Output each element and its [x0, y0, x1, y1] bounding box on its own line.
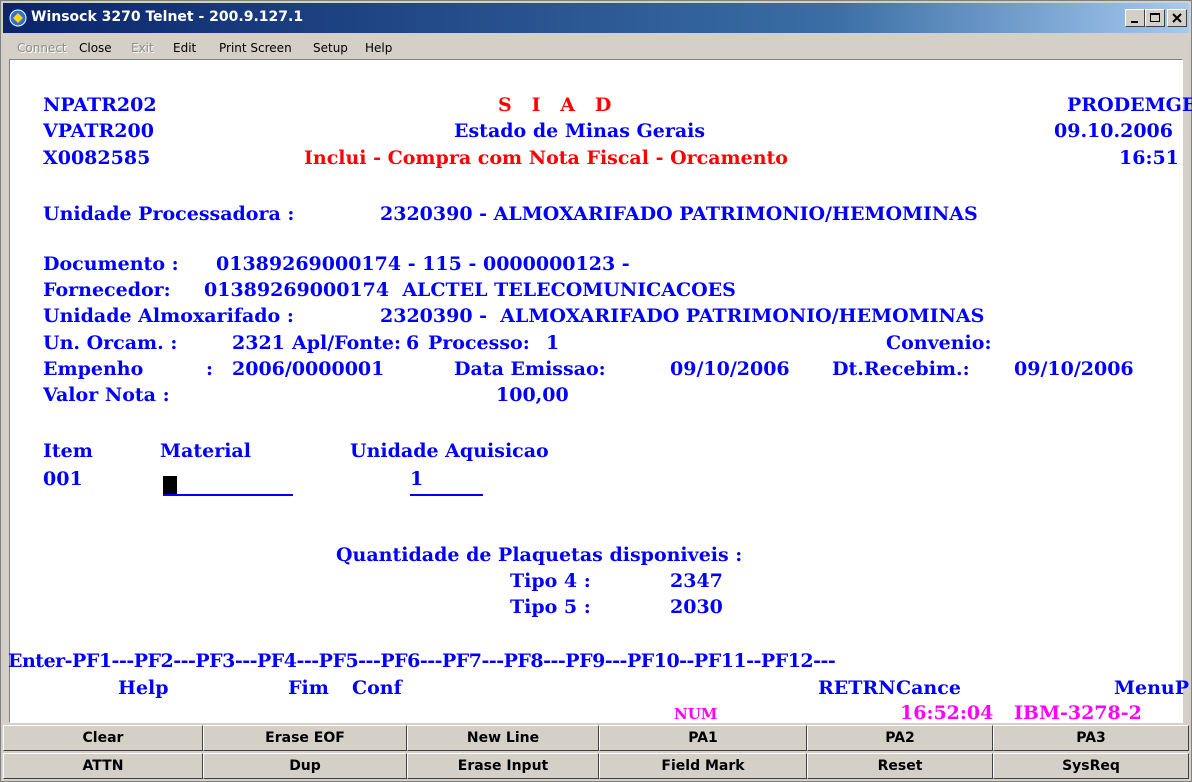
menu-print-screen[interactable]: Print Screen	[219, 41, 292, 55]
unidade-almox-value: 2320390 - ALMOXARIFADO PATRIMONIO/HEMOMI…	[380, 305, 985, 327]
pf4-conf[interactable]: Conf	[352, 679, 402, 698]
new-line-button[interactable]: New Line	[407, 725, 599, 751]
tipo5-value: 2030	[670, 596, 723, 618]
maximize-icon	[1150, 13, 1160, 22]
tipo4-value: 2347	[670, 570, 723, 592]
maximize-button[interactable]	[1145, 9, 1165, 27]
system-date: 09.10.2006	[1054, 120, 1173, 142]
pa2-button[interactable]: PA2	[807, 725, 993, 751]
dt-recebim-label: Dt.Recebim.:	[832, 358, 970, 380]
pf12-menup[interactable]: MenuP	[1114, 679, 1189, 698]
screen-title: Inclui - Compra com Nota Fiscal - Orcame…	[304, 147, 788, 169]
unidade-aquisicao-input[interactable]: 1	[410, 470, 423, 489]
close-window-button[interactable]	[1167, 9, 1187, 27]
menu-close[interactable]: Close	[79, 41, 112, 55]
terminal-type: IBM-3278-2	[1014, 702, 1142, 724]
unidade-field-underline[interactable]	[410, 494, 483, 496]
sysreq-button[interactable]: SysReq	[993, 753, 1189, 779]
close-icon	[1172, 13, 1182, 23]
status-clock: 16:52:04	[900, 702, 994, 724]
convenio-label: Convenio:	[886, 332, 992, 354]
documento-label: Documento :	[43, 253, 179, 275]
material-field-underline[interactable]	[163, 494, 293, 496]
reset-button[interactable]: Reset	[807, 753, 993, 779]
erase-input-button[interactable]: Erase Input	[407, 753, 599, 779]
menu-help[interactable]: Help	[365, 41, 392, 55]
unidade-almox-label: Unidade Almoxarifado :	[43, 305, 294, 327]
program-id-2: VPATR200	[43, 120, 154, 142]
empenho-value: 2006/0000001	[232, 358, 385, 380]
unidade-aquisicao-header: Unidade Aquisicao	[350, 440, 549, 462]
menu-edit[interactable]: Edit	[173, 41, 196, 55]
menu-connect[interactable]: Connect	[17, 41, 67, 55]
menu-exit[interactable]: Exit	[131, 41, 154, 55]
documento-value: 01389269000174 - 115 - 0000000123 -	[216, 253, 630, 275]
material-header: Material	[160, 440, 251, 462]
terminal-screen[interactable]: NPATR202 S I A D PRODEMGE VPATR200 Estad…	[8, 59, 1192, 724]
data-emissao-value: 09/10/2006	[670, 358, 790, 380]
item-header: Item	[43, 440, 93, 462]
num-lock-indicator: NUM	[674, 705, 718, 723]
text-cursor	[163, 476, 177, 495]
pa3-button[interactable]: PA3	[993, 725, 1189, 751]
pf10-cance[interactable]: Cance	[896, 679, 961, 698]
dup-button[interactable]: Dup	[203, 753, 407, 779]
item-number: 001	[43, 468, 83, 490]
apl-fonte-value: 6	[406, 332, 420, 354]
dt-recebim-value: 09/10/2006	[1014, 358, 1134, 380]
pf3-fim[interactable]: Fim	[288, 679, 329, 698]
app-window: Winsock 3270 Telnet - 200.9.127.1 Connec…	[0, 0, 1192, 782]
minimize-icon	[1131, 21, 1138, 23]
field-mark-button[interactable]: Field Mark	[599, 753, 807, 779]
valor-nota-label: Valor Nota :	[43, 384, 170, 406]
fornecedor-value: 01389269000174 ALCTEL TELECOMUNICACOES	[204, 279, 736, 301]
menu-bar: Connect Close Exit Edit Print Screen Set…	[3, 35, 1189, 59]
program-id-1: NPATR202	[43, 94, 157, 116]
unidade-processadora-value: 2320390 - ALMOXARIFADO PATRIMONIO/HEMOMI…	[380, 203, 978, 225]
tipo5-label: Tipo 5 :	[510, 596, 591, 618]
unidade-processadora-label: Unidade Processadora :	[43, 203, 295, 225]
system-time: 16:51	[1119, 147, 1179, 169]
minimize-button[interactable]	[1125, 9, 1145, 27]
user-id: X0082585	[43, 147, 151, 169]
processo-value: 1	[546, 332, 560, 354]
empenho-label: Empenho	[43, 358, 144, 380]
menu-setup[interactable]: Setup	[313, 41, 348, 55]
tipo4-label: Tipo 4 :	[510, 570, 591, 592]
pf-key-line: Enter-PF1---PF2---PF3---PF4---PF5---PF6-…	[8, 650, 836, 672]
window-title: Winsock 3270 Telnet - 200.9.127.1	[31, 9, 304, 25]
apl-fonte-label: Apl/Fonte:	[292, 332, 401, 354]
title-bar[interactable]: Winsock 3270 Telnet - 200.9.127.1	[3, 3, 1189, 33]
state-name: Estado de Minas Gerais	[454, 120, 706, 142]
clear-button[interactable]: Clear	[3, 725, 203, 751]
system-title: S I A D	[498, 94, 612, 116]
valor-nota-value: 100,00	[496, 384, 569, 406]
pa1-button[interactable]: PA1	[599, 725, 807, 751]
processo-label: Processo:	[428, 332, 530, 354]
org-name: PRODEMGE	[1067, 94, 1192, 116]
attn-button[interactable]: ATTN	[3, 753, 203, 779]
pf1-help[interactable]: Help	[118, 679, 169, 698]
plaquetas-label: Quantidade de Plaquetas disponiveis :	[336, 544, 743, 566]
key-button-row-2: ATTN Dup Erase Input Field Mark Reset Sy…	[3, 753, 1189, 779]
un-orcam-label: Un. Orcam. :	[43, 332, 178, 354]
empenho-sep: :	[206, 358, 214, 380]
telnet-app-icon	[9, 9, 27, 27]
erase-eof-button[interactable]: Erase EOF	[203, 725, 407, 751]
key-button-row-1: Clear Erase EOF New Line PA1 PA2 PA3	[3, 725, 1189, 751]
fornecedor-label: Fornecedor:	[43, 279, 171, 301]
data-emissao-label: Data Emissao:	[454, 358, 606, 380]
un-orcam-value: 2321	[232, 332, 285, 354]
pf9-retrn[interactable]: RETRN	[818, 679, 896, 698]
